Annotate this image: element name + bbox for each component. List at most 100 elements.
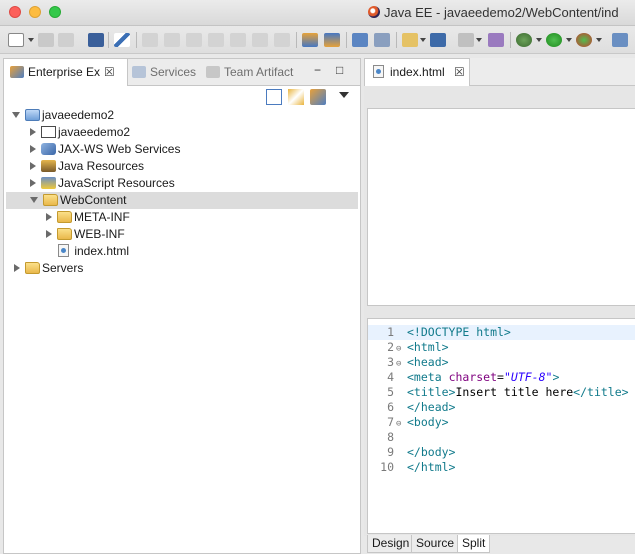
- collapse-all-icon[interactable]: [266, 89, 282, 105]
- drop-to-frame-icon[interactable]: [302, 33, 318, 47]
- use-step-filters-icon[interactable]: [324, 33, 340, 47]
- view-menu-icon[interactable]: [339, 92, 349, 98]
- code-line[interactable]: 8: [368, 430, 635, 445]
- tree-item-label: META-INF: [74, 210, 130, 224]
- code-line[interactable]: 2 ⊖ <html>: [368, 340, 635, 355]
- tree-item-servers[interactable]: Servers: [14, 260, 83, 277]
- disconnect-icon[interactable]: [208, 33, 224, 47]
- close-editor-icon[interactable]: ☒: [454, 65, 465, 79]
- code-line[interactable]: 1 <!DOCTYPE html>: [368, 325, 635, 340]
- tab-enterprise-explorer[interactable]: Enterprise Ex ☒: [4, 59, 128, 86]
- tree-item-project[interactable]: javaeedemo2: [12, 107, 114, 124]
- code-text: <title>Insert title here</title>: [407, 385, 629, 399]
- external-tools-dropdown-icon[interactable]: [596, 38, 602, 42]
- line-number: 4: [387, 370, 394, 384]
- screen-icon[interactable]: [458, 33, 474, 47]
- suspend-icon[interactable]: [164, 33, 180, 47]
- collapse-arrow-icon[interactable]: [46, 213, 52, 221]
- editor-tab-index-html[interactable]: index.html ☒: [364, 58, 470, 86]
- resume-icon[interactable]: [142, 33, 158, 47]
- project-icon: [25, 109, 40, 121]
- folder-icon: [57, 211, 72, 223]
- tab-label: Enterprise Ex: [28, 65, 101, 79]
- annotation-icon[interactable]: [488, 33, 504, 47]
- enterprise-explorer-icon: [10, 66, 24, 78]
- collapse-arrow-icon[interactable]: [30, 128, 36, 136]
- tree-item-meta-inf[interactable]: META-INF: [46, 209, 130, 226]
- save-icon[interactable]: [38, 33, 54, 47]
- code-line[interactable]: 5 <title>Insert title here</title>: [368, 385, 635, 400]
- filter-icon[interactable]: [310, 89, 326, 105]
- server-dropdown-icon[interactable]: [420, 38, 426, 42]
- web-browser-icon[interactable]: [430, 33, 446, 47]
- step-return-icon[interactable]: [274, 33, 290, 47]
- new-wizard-icon[interactable]: [8, 33, 24, 47]
- step-over-icon[interactable]: [252, 33, 268, 47]
- line-number: 9: [387, 445, 394, 459]
- line-number: 1: [387, 325, 394, 339]
- code-line[interactable]: 4 <meta charset="UTF-8">: [368, 370, 635, 385]
- close-tab-icon[interactable]: ☒: [104, 65, 115, 79]
- save-all-icon[interactable]: [58, 33, 74, 47]
- tab-source[interactable]: Source: [411, 535, 460, 553]
- deployment-descriptor-icon: [41, 126, 56, 138]
- expand-arrow-icon[interactable]: [30, 197, 38, 203]
- tab-team-artifact[interactable]: Team Artifact: [206, 59, 302, 86]
- window-minimize-button[interactable]: [29, 6, 41, 18]
- window-title-container: Java EE - javaeedemo2/WebContent/ind: [368, 5, 619, 20]
- tree-item-javascript-resources[interactable]: JavaScript Resources: [30, 175, 175, 192]
- source-editor-pane[interactable]: 1 <!DOCTYPE html> 2 ⊖ <html> 3 ⊖ <head> 4 <meta c…: [367, 318, 635, 534]
- step-into-icon[interactable]: [230, 33, 246, 47]
- code-text: </head>: [407, 400, 456, 414]
- tree-item-index-html[interactable]: index.html: [58, 243, 129, 260]
- terminate-icon[interactable]: [186, 33, 202, 47]
- code-line[interactable]: 3 ⊖ <head>: [368, 355, 635, 370]
- tree-item-jax-ws[interactable]: JAX-WS Web Services: [30, 141, 180, 158]
- code-line[interactable]: 7 ⊖ <body>: [368, 415, 635, 430]
- open-type-icon[interactable]: [352, 33, 368, 47]
- collapse-arrow-icon[interactable]: [30, 162, 36, 170]
- design-preview-pane[interactable]: [367, 108, 635, 306]
- run-icon[interactable]: [546, 33, 562, 47]
- link-with-editor-icon[interactable]: [288, 89, 304, 105]
- new-server-icon[interactable]: [402, 33, 418, 47]
- window-close-button[interactable]: [9, 6, 21, 18]
- toolbar-separator: [296, 32, 297, 48]
- code-line[interactable]: 10 </html>: [368, 460, 635, 475]
- tab-services[interactable]: Services: [132, 59, 206, 86]
- collapse-arrow-icon[interactable]: [46, 230, 52, 238]
- skip-breakpoints-icon[interactable]: [114, 33, 130, 47]
- open-task-icon[interactable]: [374, 33, 390, 47]
- new-dropdown-icon[interactable]: [28, 38, 34, 42]
- tab-split[interactable]: Split: [457, 535, 491, 553]
- code-text: <body>: [407, 415, 449, 429]
- line-number: 6: [387, 400, 394, 414]
- minimize-view-icon[interactable]: −: [314, 63, 321, 77]
- toolbar-separator: [346, 32, 347, 48]
- settings-icon[interactable]: [612, 33, 628, 47]
- code-text: </html>: [407, 460, 456, 474]
- tree-item-deployment-descriptor[interactable]: javaeedemo2: [30, 124, 130, 141]
- window-zoom-button[interactable]: [49, 6, 61, 18]
- maximize-view-icon[interactable]: □: [336, 63, 343, 77]
- code-line[interactable]: 6 </head>: [368, 400, 635, 415]
- toolbar-separator: [396, 32, 397, 48]
- debug-dropdown-icon[interactable]: [536, 38, 542, 42]
- tree-item-java-resources[interactable]: Java Resources: [30, 158, 144, 175]
- tree-item-web-inf[interactable]: WEB-INF: [46, 226, 125, 243]
- tree-item-webcontent[interactable]: WebContent: [6, 192, 358, 209]
- console-icon[interactable]: [88, 33, 104, 47]
- tree-item-label: WEB-INF: [74, 227, 125, 241]
- collapse-arrow-icon[interactable]: [30, 179, 36, 187]
- tree-item-label: index.html: [74, 244, 130, 258]
- expand-arrow-icon[interactable]: [12, 112, 20, 118]
- collapse-arrow-icon[interactable]: [30, 145, 36, 153]
- collapse-arrow-icon[interactable]: [14, 264, 20, 272]
- code-line[interactable]: 9 </body>: [368, 445, 635, 460]
- screen-dropdown-icon[interactable]: [476, 38, 482, 42]
- folder-icon: [25, 262, 40, 274]
- external-tools-icon[interactable]: [576, 33, 592, 47]
- run-dropdown-icon[interactable]: [566, 38, 572, 42]
- debug-icon[interactable]: [516, 33, 532, 47]
- tab-design[interactable]: Design: [367, 535, 415, 553]
